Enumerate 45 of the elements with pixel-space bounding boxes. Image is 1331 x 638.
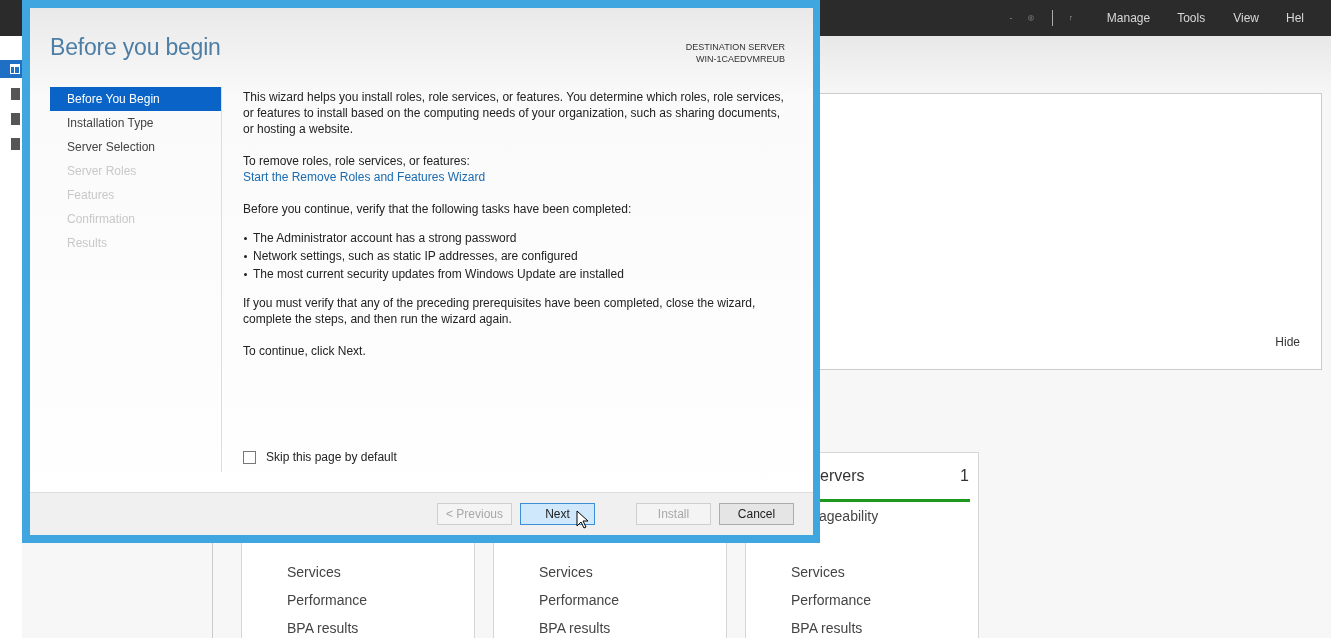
tile-link[interactable]: BPA results — [791, 620, 863, 636]
bullet-icon — [244, 272, 247, 276]
tile-link[interactable]: Services — [539, 564, 593, 580]
tile-link[interactable]: BPA results — [287, 620, 359, 636]
tile-link[interactable]: Services — [791, 564, 845, 580]
hide-link[interactable]: Hide — [1275, 335, 1300, 349]
tile-link[interactable]: Performance — [287, 592, 368, 608]
tile-link[interactable]: Performance — [791, 592, 872, 608]
wizard-text: This wizard helps you install roles, role services, or features. You determine which roles, role services, or features to install based on the computing needs of your organization, such as sharing documents, or hosting a website. — [243, 89, 785, 137]
server-icon — [10, 138, 20, 150]
wizard-title: Before you begin — [50, 34, 221, 62]
wizard-step[interactable]: Before You Begin — [50, 87, 221, 111]
prerequisite-text: The most current security updates from Windows Update are installed — [253, 266, 624, 283]
wizard-button[interactable]: Next — [520, 503, 595, 525]
tile-link[interactable]: Services — [287, 564, 341, 580]
menu-item[interactable]: Tools — [1177, 11, 1206, 25]
wizard-text: If you must verify that any of the preceding prerequisites have been completed, close the wizard, complete the steps, and then run the wizard again. — [243, 295, 757, 327]
checkbox[interactable] — [243, 450, 256, 464]
destination-label: DESTINATION SERVER — [685, 41, 785, 53]
menu-item[interactable]: Manage — [1106, 11, 1151, 25]
nav-item[interactable] — [0, 60, 22, 78]
pointer-icon — [576, 510, 588, 529]
bullet-icon — [244, 254, 247, 258]
bullet-icon — [244, 236, 247, 240]
server-count: 1 — [960, 467, 969, 485]
tile-link[interactable]: Performance — [539, 592, 620, 608]
server-icon — [10, 113, 20, 125]
tile-title: ervers — [820, 467, 865, 485]
tile-link[interactable]: ageability — [819, 508, 879, 524]
menu-item[interactable]: Hel — [1286, 11, 1304, 25]
wizard-step[interactable]: Server Selection — [50, 135, 221, 159]
prerequisite-text: The Administrator account has a strong password — [253, 230, 517, 247]
wizard-text: To remove roles, role services, or features: — [243, 153, 471, 169]
menu-item[interactable]: View — [1233, 11, 1259, 25]
wizard-text: Before you continue, verify that the following tasks have been completed: — [243, 201, 633, 217]
remove-roles-link[interactable]: Start the Remove Roles and Features Wizard — [243, 169, 486, 185]
server-name: WIN-1CAEDVMREUB — [695, 53, 785, 65]
wizard-text: To continue, click Next. — [243, 343, 367, 359]
tile-link[interactable]: BPA results — [539, 620, 611, 636]
server-icon — [10, 88, 20, 100]
wizard-step[interactable]: Installation Type — [50, 111, 221, 135]
checkbox-label: Skip this page by default — [266, 450, 397, 464]
dashboard-icon — [10, 63, 20, 75]
wizard-button[interactable]: Cancel — [719, 503, 794, 525]
prerequisite-text: Network settings, such as static IP addresses, are configured — [253, 248, 578, 265]
